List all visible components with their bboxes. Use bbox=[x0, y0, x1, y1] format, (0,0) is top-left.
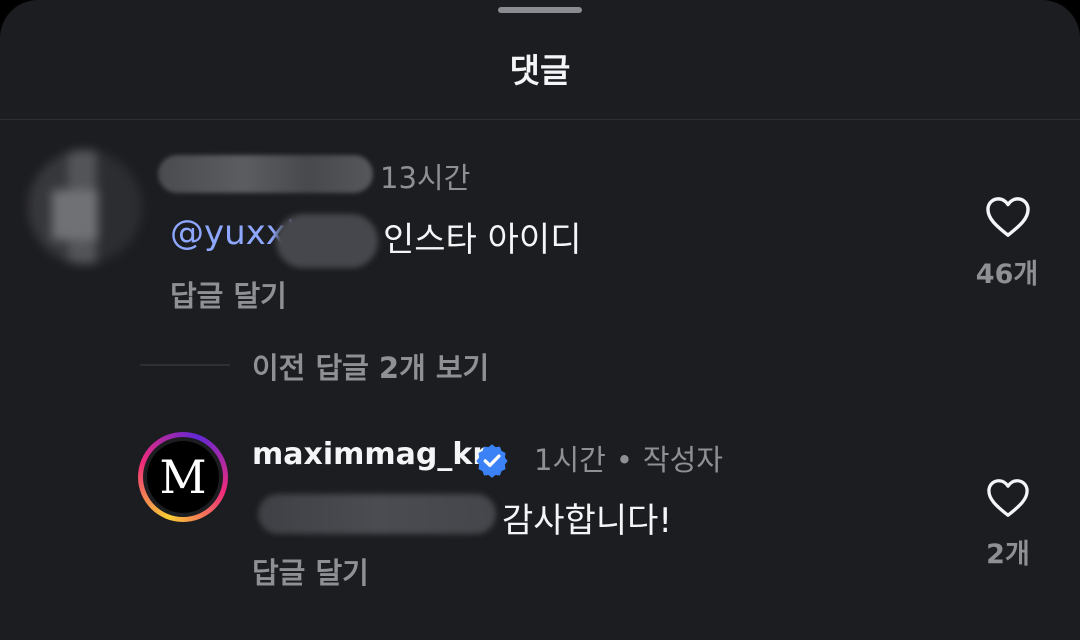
like-count: 2개 bbox=[986, 539, 1030, 570]
thread-line bbox=[140, 364, 230, 366]
comment-text: 인스타 아이디 bbox=[383, 220, 582, 260]
author-tag: 작성자 bbox=[642, 443, 723, 477]
header-divider bbox=[0, 119, 1080, 120]
sheet-drag-handle[interactable] bbox=[498, 7, 582, 13]
avatar-logo: M bbox=[147, 441, 219, 513]
reply-button[interactable]: 답글 달기 bbox=[252, 550, 369, 592]
comments-sheet: 댓글 13시간 @yuxx' 인스타 아이디 답글 달기 46개 이전 답글 2… bbox=[0, 0, 1080, 640]
reply-button[interactable]: 답글 달기 bbox=[170, 273, 287, 315]
avatar[interactable]: M bbox=[138, 432, 228, 522]
like-count: 46개 bbox=[975, 259, 1039, 290]
username[interactable]: maximmag_kr bbox=[252, 437, 487, 472]
avatar-blurred[interactable] bbox=[28, 150, 142, 264]
comment-meta: 1시간 • 작성자 bbox=[534, 437, 723, 479]
separator-dot: • bbox=[615, 443, 633, 477]
sheet-title: 댓글 bbox=[509, 51, 571, 90]
heart-icon[interactable] bbox=[985, 196, 1031, 238]
comment-time: 13시간 bbox=[380, 161, 471, 195]
comment-text: 감사합니다! bbox=[502, 501, 673, 541]
comment-time: 1시간 bbox=[534, 443, 606, 477]
verified-badge-icon bbox=[476, 444, 508, 478]
mention-redacted bbox=[258, 494, 496, 534]
mention-redacted bbox=[276, 214, 378, 268]
username-redacted bbox=[158, 155, 373, 193]
view-previous-replies-button[interactable]: 이전 답글 2개 보기 bbox=[252, 345, 489, 387]
heart-icon[interactable] bbox=[986, 478, 1030, 518]
